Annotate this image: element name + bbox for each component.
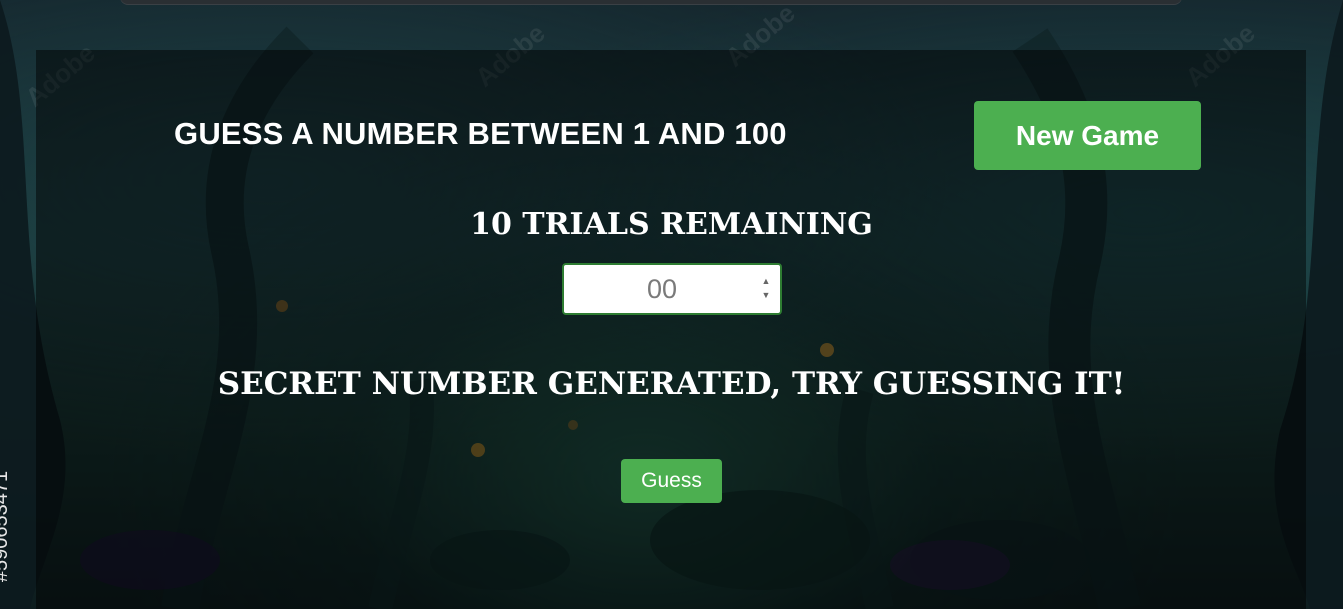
- game-title: GUESS A NUMBER BETWEEN 1 AND 100: [174, 116, 787, 151]
- stock-image-id: #590653471: [0, 455, 34, 605]
- number-spinner[interactable]: ▲ ▼: [760, 274, 772, 304]
- trials-remaining: 10 TRIALS REMAINING: [470, 207, 873, 242]
- guess-input-container: ▲ ▼: [562, 263, 782, 315]
- guess-number-input[interactable]: [564, 265, 760, 313]
- spinner-down-icon[interactable]: ▼: [760, 288, 772, 302]
- guess-button[interactable]: Guess: [621, 459, 722, 503]
- stock-image-id-text: #590653471: [0, 470, 13, 583]
- new-game-button[interactable]: New Game: [974, 101, 1201, 170]
- status-message: SECRET NUMBER GENERATED, TRY GUESSING IT…: [217, 366, 1126, 402]
- spinner-up-icon[interactable]: ▲: [760, 274, 772, 288]
